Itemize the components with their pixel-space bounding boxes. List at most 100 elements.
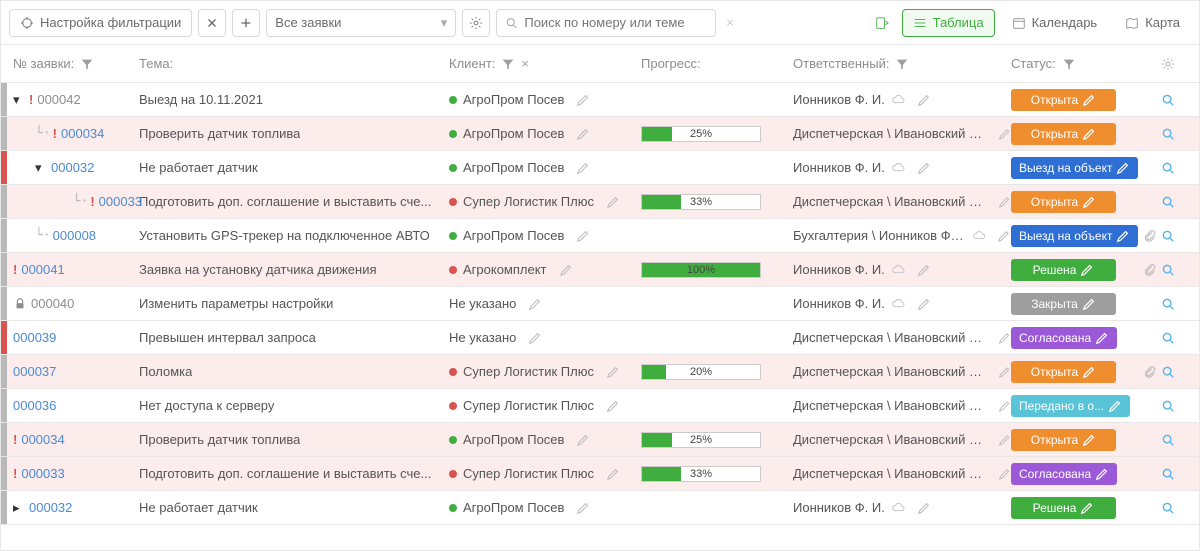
funnel-icon[interactable] <box>1062 57 1076 71</box>
filter-preset-select[interactable]: Все заявки ▾ <box>266 9 456 37</box>
columns-gear-icon[interactable] <box>1161 57 1175 71</box>
request-id-link[interactable]: 000032 <box>29 500 72 515</box>
edit-icon[interactable] <box>606 195 620 209</box>
view-icon[interactable] <box>1161 161 1175 175</box>
request-id-link[interactable]: 000037 <box>13 364 56 379</box>
status-badge[interactable]: Открыта <box>1011 191 1116 213</box>
edit-icon[interactable] <box>998 331 1011 345</box>
attachment-icon[interactable] <box>1143 263 1157 277</box>
edit-icon[interactable] <box>576 93 590 107</box>
view-icon[interactable] <box>1161 195 1175 209</box>
edit-icon[interactable] <box>998 433 1011 447</box>
table-row[interactable]: 000039Превышен интервал запросаНе указан… <box>1 321 1199 355</box>
request-id-link[interactable]: 000032 <box>51 160 94 175</box>
request-id-link[interactable]: 000039 <box>13 330 56 345</box>
attachment-icon[interactable] <box>1143 365 1157 379</box>
search-input[interactable] <box>518 14 707 31</box>
edit-icon[interactable] <box>606 365 620 379</box>
attachment-icon[interactable] <box>1143 229 1157 243</box>
cloud-icon[interactable] <box>891 297 905 311</box>
status-badge[interactable]: Согласована <box>1011 463 1117 485</box>
table-row[interactable]: ▾000032Не работает датчикАгроПром ПосевИ… <box>1 151 1199 185</box>
view-calendar-button[interactable]: Календарь <box>1001 9 1109 37</box>
request-id-link[interactable]: 000034 <box>61 126 104 141</box>
edit-icon[interactable] <box>606 399 620 413</box>
table-row[interactable]: └·!000033Подготовить доп. соглашение и в… <box>1 185 1199 219</box>
status-badge[interactable]: Открыта <box>1011 429 1116 451</box>
edit-icon[interactable] <box>559 263 573 277</box>
chevron-down-icon[interactable]: ▾ <box>35 160 47 176</box>
edit-icon[interactable] <box>998 195 1011 209</box>
status-badge[interactable]: Согласована <box>1011 327 1117 349</box>
view-icon[interactable] <box>1161 263 1175 277</box>
view-icon[interactable] <box>1161 467 1175 481</box>
table-row[interactable]: !000041Заявка на установку датчика движе… <box>1 253 1199 287</box>
request-id-link[interactable]: 000042 <box>37 92 80 107</box>
edit-icon[interactable] <box>998 467 1011 481</box>
edit-icon[interactable] <box>576 501 590 515</box>
table-row[interactable]: !000034Проверить датчик топливаАгроПром … <box>1 423 1199 457</box>
cloud-icon[interactable] <box>891 263 905 277</box>
table-row[interactable]: 000036Нет доступа к серверуСупер Логисти… <box>1 389 1199 423</box>
edit-icon[interactable] <box>997 229 1011 243</box>
status-badge[interactable]: Выезд на объект <box>1011 225 1138 247</box>
view-icon[interactable] <box>1161 93 1175 107</box>
export-button[interactable] <box>868 9 896 37</box>
status-badge[interactable]: Выезд на объект <box>1011 157 1138 179</box>
edit-icon[interactable] <box>606 467 620 481</box>
filter-clear-button[interactable] <box>198 9 226 37</box>
view-map-button[interactable]: Карта <box>1114 9 1191 37</box>
chevron-right-icon[interactable]: ▸ <box>13 500 25 516</box>
table-row[interactable]: 000040Изменить параметры настройкиНе ука… <box>1 287 1199 321</box>
table-row[interactable]: ▾!000042Выезд на 10.11.2021АгроПром Посе… <box>1 83 1199 117</box>
edit-icon[interactable] <box>998 127 1011 141</box>
edit-icon[interactable] <box>528 331 542 345</box>
view-icon[interactable] <box>1161 365 1175 379</box>
table-row[interactable]: !000033Подготовить доп. соглашение и выс… <box>1 457 1199 491</box>
edit-icon[interactable] <box>998 365 1011 379</box>
edit-icon[interactable] <box>998 399 1011 413</box>
request-id-link[interactable]: 000040 <box>31 296 74 311</box>
funnel-icon[interactable] <box>80 57 94 71</box>
view-icon[interactable] <box>1161 297 1175 311</box>
view-icon[interactable] <box>1161 331 1175 345</box>
edit-icon[interactable] <box>917 297 931 311</box>
cloud-icon[interactable] <box>891 501 905 515</box>
status-badge[interactable]: Передано в о... <box>1011 395 1130 417</box>
edit-icon[interactable] <box>917 93 931 107</box>
status-badge[interactable]: Решена <box>1011 497 1116 519</box>
request-id-link[interactable]: 000033 <box>99 194 142 209</box>
edit-icon[interactable] <box>576 161 590 175</box>
edit-icon[interactable] <box>917 501 931 515</box>
status-badge[interactable]: Закрыта <box>1011 293 1116 315</box>
filter-settings-button[interactable]: Настройка фильтрации <box>9 9 192 37</box>
clear-filter-icon[interactable]: × <box>521 56 529 71</box>
table-row[interactable]: ▸000032Не работает датчикАгроПром ПосевИ… <box>1 491 1199 525</box>
cloud-icon[interactable] <box>972 229 986 243</box>
request-id-link[interactable]: 000033 <box>21 466 64 481</box>
view-icon[interactable] <box>1161 433 1175 447</box>
edit-icon[interactable] <box>576 229 590 243</box>
search-clear[interactable]: × <box>722 15 738 30</box>
table-row[interactable]: └·!000034Проверить датчик топливаАгроПро… <box>1 117 1199 151</box>
chevron-down-icon[interactable]: ▾ <box>13 92 25 108</box>
table-row[interactable]: └·000008Установить GPS-трекер на подключ… <box>1 219 1199 253</box>
request-id-link[interactable]: 000034 <box>21 432 64 447</box>
view-icon[interactable] <box>1161 229 1175 243</box>
view-icon[interactable] <box>1161 127 1175 141</box>
cloud-icon[interactable] <box>891 93 905 107</box>
funnel-icon[interactable] <box>501 57 515 71</box>
request-id-link[interactable]: 000008 <box>53 228 96 243</box>
request-id-link[interactable]: 000036 <box>13 398 56 413</box>
status-badge[interactable]: Открыта <box>1011 361 1116 383</box>
filter-add-button[interactable] <box>232 9 260 37</box>
status-badge[interactable]: Открыта <box>1011 89 1116 111</box>
view-table-button[interactable]: Таблица <box>902 9 995 37</box>
edit-icon[interactable] <box>917 263 931 277</box>
status-badge[interactable]: Открыта <box>1011 123 1116 145</box>
edit-icon[interactable] <box>528 297 542 311</box>
status-badge[interactable]: Решена <box>1011 259 1116 281</box>
request-id-link[interactable]: 000041 <box>21 262 64 277</box>
table-row[interactable]: 000037ПоломкаСупер Логистик Плюс20%Диспе… <box>1 355 1199 389</box>
search-box[interactable] <box>496 9 716 37</box>
